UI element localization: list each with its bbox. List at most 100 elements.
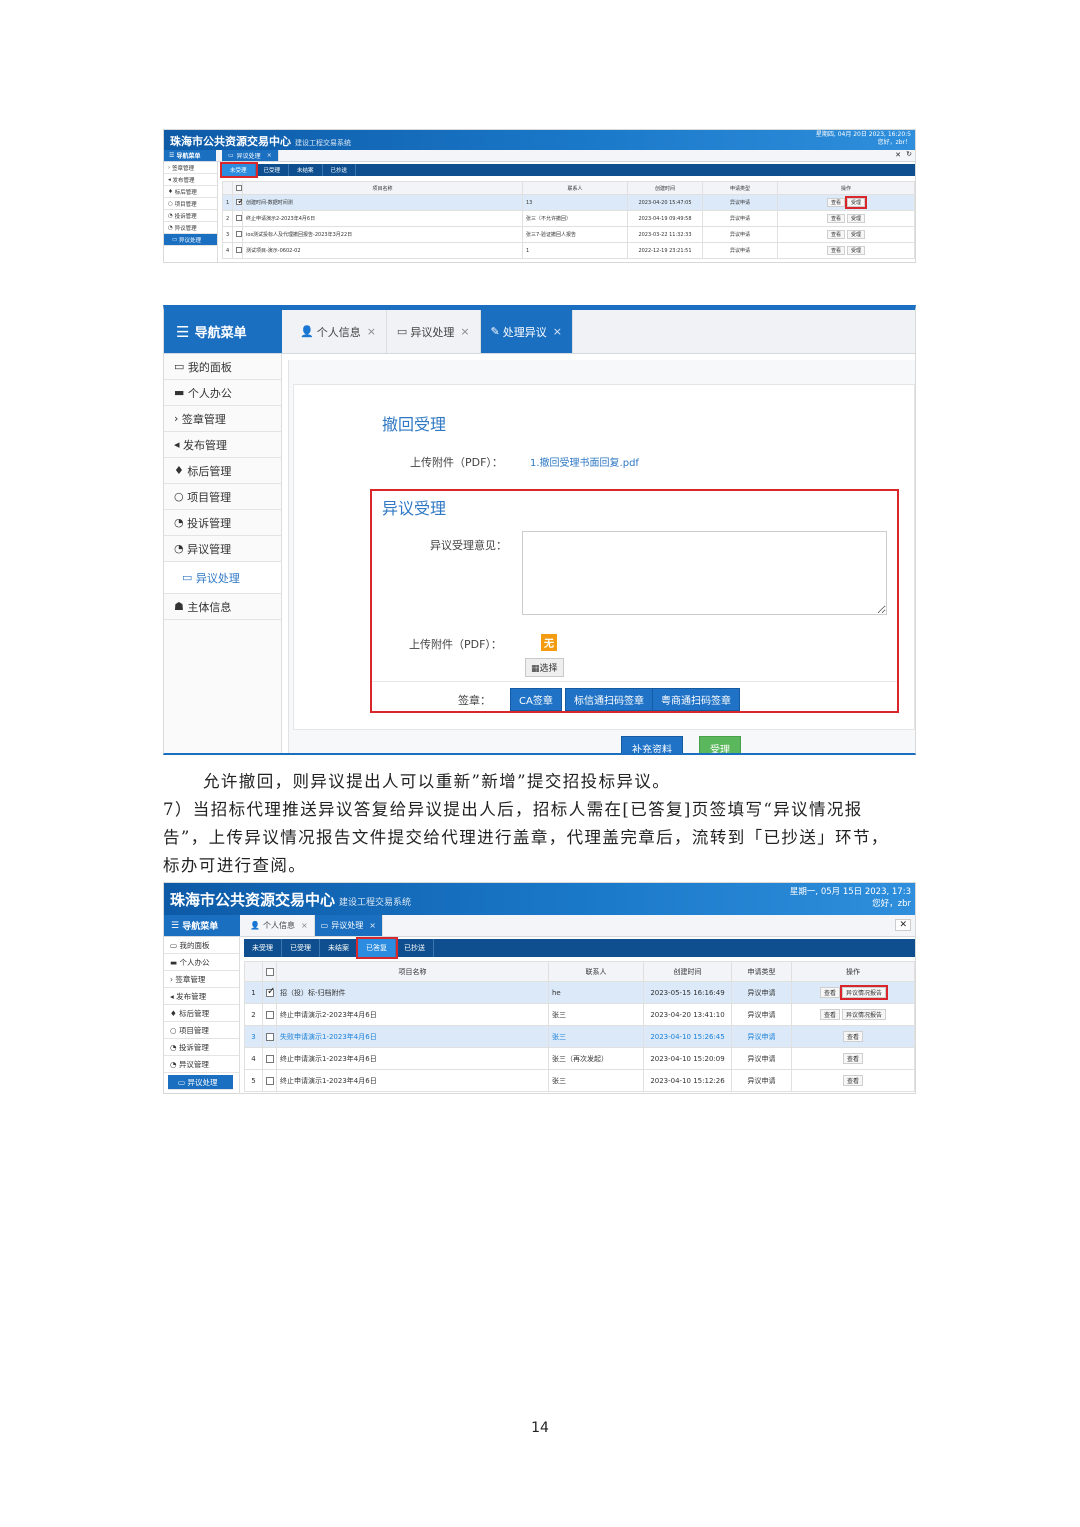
row-checkbox[interactable]: [266, 1010, 274, 1019]
select-all-checkbox[interactable]: [266, 967, 274, 976]
opinion-textarea[interactable]: [522, 531, 887, 615]
tab-personal-info[interactable]: 👤 个人信息 ×: [290, 310, 387, 353]
subtab-pending[interactable]: 未受理: [220, 162, 258, 178]
row-checkbox[interactable]: [236, 196, 242, 207]
subtab-accepted[interactable]: 已受理: [282, 939, 320, 957]
row-checkbox[interactable]: [266, 986, 275, 997]
close-icon[interactable]: ×: [553, 325, 562, 338]
subtab-accepted[interactable]: 已受理: [256, 164, 290, 176]
sidebar-item-complaints[interactable]: ◔ 投诉管理: [164, 210, 217, 222]
view-button[interactable]: 查看: [826, 246, 845, 255]
yst-sign-button[interactable]: 粤商通扫码签章: [652, 688, 740, 711]
table-row[interactable]: 2 终止申请演示2-2023年4月6日 张三 2023-04-20 13:41:…: [244, 1003, 915, 1026]
subtab-replied[interactable]: 已答复: [356, 937, 398, 959]
objection-report-button[interactable]: 异议情况报告: [839, 985, 889, 1000]
sidebar-item-post-bid[interactable]: ♦ 标后管理: [164, 1005, 239, 1022]
row-checkbox[interactable]: [266, 1054, 274, 1063]
table-row[interactable]: 5 终止申请演示1-2023年4月6日 张三 2023-04-10 15:12:…: [244, 1069, 915, 1092]
subtab-cc[interactable]: 已抄送: [396, 939, 434, 957]
sidebar-item-objections[interactable]: ◔ 异议管理: [164, 1056, 239, 1073]
sidebar-item-publish[interactable]: ◂ 发布管理: [164, 174, 217, 186]
row-checkbox[interactable]: [266, 1076, 274, 1085]
nav-menu-header[interactable]: ☰ 导航菜单: [164, 150, 216, 161]
close-all-icon[interactable]: ✕: [895, 919, 911, 931]
view-button[interactable]: 查看: [842, 1075, 863, 1086]
sidebar-item-label: 个人办公: [187, 386, 232, 400]
sidebar-item-post-bid[interactable]: ♦ 标后管理: [164, 458, 281, 484]
refresh-icon[interactable]: ↻: [906, 150, 912, 158]
tab-objection-handling[interactable]: ▭ 异议处理 ×: [222, 150, 279, 161]
select-all-checkbox[interactable]: [236, 184, 242, 191]
table-row[interactable]: 1 招（投）标-归档附件 he 2023-05-15 16:16:49 异议申请…: [244, 981, 915, 1004]
close-all-icon[interactable]: ✕: [895, 151, 901, 159]
sidebar-item-dashboard[interactable]: ▭ 我的面板: [164, 354, 281, 380]
sidebar-item-projects[interactable]: ○ 项目管理: [164, 484, 281, 510]
sidebar-item-signature[interactable]: › 签章管理: [164, 162, 217, 174]
bxt-sign-button[interactable]: 标信通扫码签章: [565, 688, 653, 711]
sidebar-item-projects[interactable]: ○ 项目管理: [164, 1022, 239, 1039]
sidebar-item-objections[interactable]: ◔ 异议管理: [164, 222, 217, 234]
tab-handle-objection[interactable]: ✎ 处理异议 ×: [480, 310, 573, 353]
accept-button[interactable]: 受理: [847, 214, 866, 223]
sidebar-item-objections[interactable]: ◔ 异议管理: [164, 536, 281, 562]
table-row[interactable]: 4 终止申请演示1-2023年4月6日 张三（再次发起） 2023-04-10 …: [244, 1047, 915, 1070]
no-file-badge: 无: [541, 634, 557, 651]
table-row[interactable]: 3 ios测试投标人及代理撤回报告-2023年3月22日 张三7-验证撤回人报告…: [222, 226, 915, 243]
sidebar-item-entity-info[interactable]: ☗ 主体信息: [164, 594, 281, 620]
close-icon[interactable]: ×: [460, 325, 469, 338]
objection-report-button[interactable]: 异议情况报告: [842, 1009, 887, 1020]
accept-button[interactable]: 受理: [847, 230, 866, 239]
sidebar-item-complaints[interactable]: ◔ 投诉管理: [164, 510, 281, 536]
sidebar-item-projects[interactable]: ○ 项目管理: [164, 198, 217, 210]
tab-objection-handling[interactable]: ▭ 异议处理 ×: [314, 915, 383, 936]
subtab-pending[interactable]: 未受理: [244, 939, 282, 957]
sidebar-item-office[interactable]: ▬ 个人办公: [164, 380, 281, 406]
sidebar-item-complaints[interactable]: ◔ 投诉管理: [164, 1039, 239, 1056]
sidebar-item-publish[interactable]: ◂ 发布管理: [164, 432, 281, 458]
tab-personal-info[interactable]: 👤 个人信息 ×: [244, 915, 315, 936]
row-checkbox[interactable]: [236, 247, 242, 254]
withdraw-file-link[interactable]: 1.撤回受理书面回复.pdf: [530, 454, 639, 469]
view-button[interactable]: 查看: [826, 214, 845, 223]
sidebar-item-signature[interactable]: › 签章管理: [164, 406, 281, 432]
table-row[interactable]: 2 终止申请演示2-2023年4月6日 张三（不允许撤回） 2023-04-19…: [222, 210, 915, 227]
close-icon[interactable]: ×: [367, 325, 376, 338]
choose-file-button[interactable]: ▦选择: [525, 658, 564, 677]
row-checkbox[interactable]: [266, 1032, 274, 1041]
subtab-open[interactable]: 未结案: [320, 939, 358, 957]
created-time: 2023-04-10 15:20:09: [643, 1047, 732, 1070]
close-icon[interactable]: ×: [267, 152, 272, 159]
accept-submit-button[interactable]: 受理: [699, 736, 741, 753]
view-button[interactable]: 查看: [826, 230, 845, 239]
tab-label: 个人信息: [316, 325, 361, 339]
subtab-open[interactable]: 未结案: [289, 164, 323, 176]
sidebar-item-objection-handling[interactable]: ▭ 异议处理: [164, 234, 217, 246]
sidebar-item-post-bid[interactable]: ♦ 标后管理: [164, 186, 217, 198]
sidebar-item-objection-handling[interactable]: ▭ 异议处理: [168, 1075, 233, 1090]
subtab-cc[interactable]: 已抄送: [323, 164, 357, 176]
supplement-button[interactable]: 补充资料: [621, 736, 683, 753]
view-button[interactable]: 查看: [819, 1009, 840, 1020]
sidebar-item-dashboard[interactable]: ▭ 我的面板: [164, 937, 239, 954]
close-icon[interactable]: ×: [369, 921, 376, 930]
row-checkbox[interactable]: [236, 231, 242, 238]
view-button[interactable]: 查看: [819, 987, 840, 998]
row-checkbox[interactable]: [236, 215, 242, 222]
nav-menu-header[interactable]: ☰ 导航菜单: [164, 915, 240, 936]
tab-objection-handling[interactable]: ▭ 异议处理 ×: [387, 310, 481, 353]
view-button[interactable]: 查看: [826, 198, 845, 207]
table-row[interactable]: 4 测试项目-演示-0602-02 1 2022-12-19 23:21:51 …: [222, 242, 915, 259]
sidebar-item-office[interactable]: ▬ 个人办公: [164, 954, 239, 971]
sidebar-item-objection-handling[interactable]: ▭ 异议处理: [164, 562, 281, 594]
accept-button[interactable]: 受理: [844, 196, 868, 209]
close-icon[interactable]: ×: [301, 921, 308, 930]
nav-menu-header[interactable]: ☰ 导航菜单: [164, 310, 282, 353]
ca-sign-button[interactable]: CA签章: [510, 688, 562, 711]
table-row[interactable]: 1 创建时间-数据时间测 13 2023-04-20 15:47:05 异议申请…: [222, 194, 915, 211]
accept-button[interactable]: 受理: [847, 246, 866, 255]
view-button[interactable]: 查看: [842, 1031, 863, 1042]
sidebar-item-publish[interactable]: ◂ 发布管理: [164, 988, 239, 1005]
sidebar-item-signature[interactable]: › 签章管理: [164, 971, 239, 988]
table-row[interactable]: 3 失败申请演示1-2023年4月6日 张三 2023-04-10 15:26:…: [244, 1025, 915, 1048]
view-button[interactable]: 查看: [842, 1053, 863, 1064]
